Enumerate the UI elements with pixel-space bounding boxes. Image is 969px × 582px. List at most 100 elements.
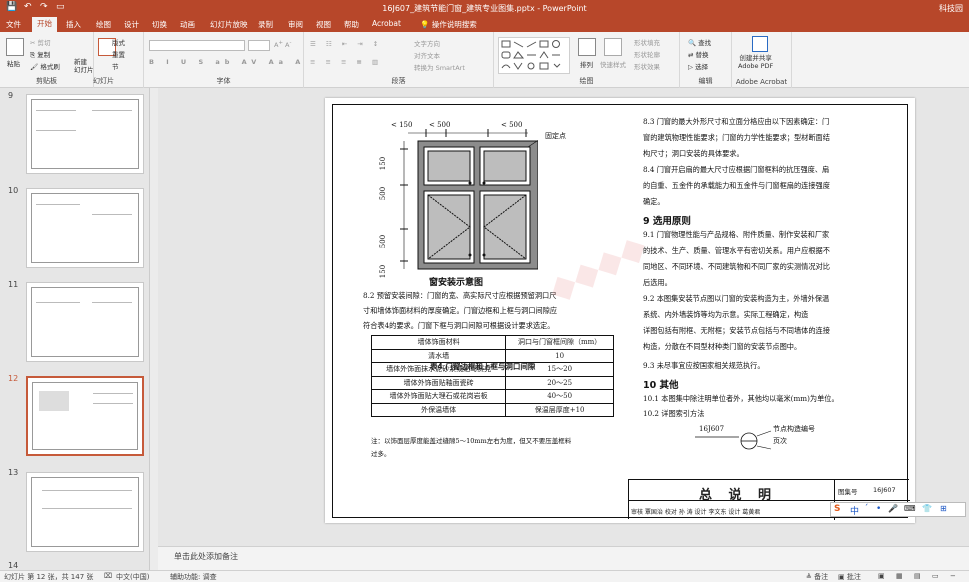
tab-draw[interactable]: 绘图 — [96, 19, 111, 30]
tab-file[interactable]: 文件 — [6, 19, 21, 30]
language-indicator[interactable]: 中文(中国) — [116, 572, 149, 582]
slide-thumbnail[interactable] — [26, 188, 144, 268]
review-row: 审核 覃国治 校对 孙 涛 设计 李文东 设计 葛黄君 — [631, 509, 761, 516]
arrange-button[interactable]: 排列 — [580, 59, 593, 69]
copy-button[interactable]: ⎘ 复制 — [30, 49, 50, 60]
title-bar: 💾 ↶ ↷ ▭ 16J607_建筑节能门窗_建筑专业图集.pptx - Powe… — [0, 0, 969, 16]
dim-value: 500 — [437, 121, 451, 129]
font-format-buttons[interactable]: B I U S ab AV Aa A — [149, 58, 305, 66]
slide-editor: < 150 < 500 < 500 150 500 500 150 固定点 窗安… — [158, 88, 969, 546]
find-button[interactable]: 🔍 查找 — [688, 37, 711, 47]
ime-toolbar[interactable]: S 中 ˊ • 🎤 ⌨ 👕 ⊞ — [830, 502, 966, 517]
slideshow-view-icon[interactable]: ▭ — [932, 572, 939, 580]
tab-help[interactable]: 帮助 — [344, 19, 359, 30]
right-para-line: 的自重、五金件的承载能力和五金件与门窗框扇的连接强度 — [643, 181, 830, 190]
thumbnail-line — [42, 490, 132, 491]
thumbnail-line — [36, 130, 76, 131]
align-buttons[interactable]: ≡ ≡ ≡ ≣ ▥ — [310, 58, 382, 66]
right-para-line: 详图包括有附框、无附框；安装节点包括与不同墙体的连接 — [643, 326, 830, 335]
ime-punct-icon[interactable]: ˊ — [864, 504, 869, 514]
normal-view-icon[interactable]: ▣ — [878, 572, 885, 580]
dim-value: 500 — [509, 121, 523, 129]
select-button[interactable]: ▷ 选择 — [688, 61, 708, 71]
zoom-out-icon[interactable]: − — [950, 572, 956, 580]
shape-outline-button[interactable]: 形状轮廓 — [634, 49, 660, 59]
thumbnail-number: 14 — [8, 561, 19, 570]
accessibility-status[interactable]: 辅助功能: 调查 — [170, 572, 217, 582]
tab-view[interactable]: 视图 — [316, 19, 331, 30]
align-text-button[interactable]: 对齐文本 — [414, 50, 440, 60]
thumbnail-scrollbar[interactable] — [150, 88, 158, 570]
table-cell: 20～25 — [505, 375, 614, 390]
shape-fill-button[interactable]: 形状填充 — [634, 37, 660, 47]
slide-thumbnail[interactable] — [26, 94, 144, 174]
ime-mode-icon[interactable]: 中 — [850, 504, 859, 517]
font-group-label: 字体 — [216, 77, 231, 85]
right-para-line: 同地区、不同环境、不同建筑物和不同厂家的实测情况对比 — [643, 262, 830, 271]
quick-styles-button[interactable]: 快速样式 — [600, 59, 626, 69]
list-buttons[interactable]: ☰ ☷ ⇤ ⇥ ↕ — [310, 40, 382, 48]
ime-tools-icon[interactable]: ⊞ — [940, 504, 947, 513]
thumbnail-frame — [31, 99, 139, 169]
replace-button[interactable]: ⇄ 替换 — [688, 49, 709, 59]
dim-side-4: 150 — [379, 264, 388, 279]
right-para-line: 构造，分散在不同型材种类门窗的安装节点图中。 — [643, 342, 802, 351]
reset-button[interactable]: 重置 — [112, 49, 125, 59]
microphone-icon[interactable]: 🎤 — [888, 504, 898, 513]
section-button[interactable]: 节 — [112, 61, 119, 71]
keyboard-icon[interactable]: ⌨ — [904, 504, 916, 513]
tab-design[interactable]: 设计 — [124, 19, 139, 30]
comments-toggle[interactable]: ▣ 批注 — [838, 572, 861, 582]
notes-toggle[interactable]: ≜ 备注 — [806, 572, 828, 582]
tab-home[interactable]: 开始 — [32, 17, 57, 32]
shape-effects-button[interactable]: 形状效果 — [634, 61, 660, 71]
grow-font-icon[interactable]: A+ A- — [274, 40, 291, 49]
arrange-icon[interactable] — [578, 38, 596, 56]
notes-placeholder: 单击此处添加备注 — [174, 552, 238, 561]
notes-pane[interactable]: 单击此处添加备注 — [158, 546, 969, 570]
create-pdf-icon[interactable] — [752, 36, 768, 52]
format-painter-button[interactable]: 🖌 格式刷 — [30, 61, 60, 71]
spellcheck-icon[interactable]: ⌧ — [104, 572, 112, 580]
table-cell: 墙体外饰面抹水泥砂浆或贴马赛克 — [370, 362, 507, 377]
slide-thumbnail-selected[interactable] — [26, 376, 144, 456]
thumbnail-line — [92, 214, 132, 215]
ime-logo-icon[interactable]: S — [834, 504, 840, 514]
thumbnail-number: 9 — [8, 91, 14, 100]
diagram-caption: 窗安装示意图 — [429, 278, 484, 288]
drawing-group: 排列 快速样式 形状填充 形状轮廓 形状效果 绘图 — [494, 32, 680, 88]
tab-acrobat[interactable]: Acrobat — [372, 19, 401, 28]
tab-transitions[interactable]: 切换 — [152, 19, 167, 30]
tell-me-search[interactable]: 💡 操作说明搜索 — [420, 19, 477, 30]
font-name-combo[interactable] — [149, 40, 245, 51]
slide-sorter-icon[interactable]: ▦ — [896, 572, 903, 580]
tab-slideshow[interactable]: 幻灯片放映 — [210, 19, 248, 30]
tab-insert[interactable]: 插入 — [66, 19, 81, 30]
reading-view-icon[interactable]: ▤ — [914, 572, 921, 580]
tab-review[interactable]: 审阅 — [288, 19, 303, 30]
table-row: 墙体外饰面抹水泥砂浆或贴马赛克 15～20 — [370, 362, 614, 377]
tab-record[interactable]: 录制 — [258, 19, 273, 30]
table-cell: 清水墙 — [370, 348, 507, 363]
new-slide-button[interactable]: 新建 幻灯片 — [74, 58, 94, 74]
paste-icon[interactable] — [6, 38, 24, 56]
text-direction-button[interactable]: 文字方向 — [414, 38, 440, 48]
slide-thumbnail[interactable] — [26, 282, 144, 362]
gap-table: 墙体饰面材料 洞口与门窗框间隙（mm） 清水墙 10 墙体外饰面抹水泥砂浆或贴马赛克… — [370, 335, 614, 417]
cut-button[interactable]: ✂ 剪切 — [30, 37, 51, 47]
tab-animations[interactable]: 动画 — [180, 19, 195, 30]
paste-button[interactable]: 粘贴 — [7, 58, 20, 68]
smartart-button[interactable]: 转换为 SmartArt — [414, 62, 465, 72]
font-size-combo[interactable] — [248, 40, 270, 51]
quick-styles-icon[interactable] — [604, 38, 622, 56]
create-pdf-button[interactable]: 创建并共享 Adobe PDF — [738, 54, 773, 70]
shapes-gallery[interactable] — [498, 37, 570, 74]
ime-width-icon[interactable]: • — [876, 504, 881, 514]
slide-thumbnail[interactable] — [26, 472, 144, 552]
table-row: 清水墙 10 — [370, 348, 614, 363]
layout-button[interactable]: 版式 — [112, 37, 125, 47]
user-name[interactable]: 科技园 — [939, 3, 963, 14]
slide-canvas[interactable]: < 150 < 500 < 500 150 500 500 150 固定点 窗安… — [325, 98, 915, 523]
table-cell: 保温层厚度+10 — [505, 402, 614, 417]
skin-icon[interactable]: 👕 — [922, 504, 932, 513]
